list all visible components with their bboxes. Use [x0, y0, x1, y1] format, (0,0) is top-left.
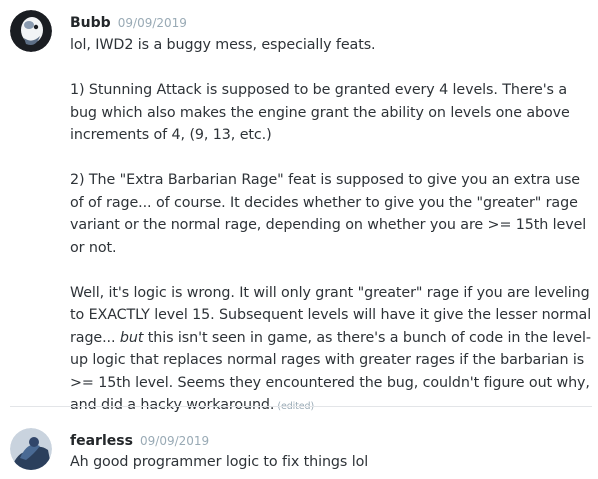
author-name[interactable]: fearless [70, 433, 133, 449]
message-timestamp: 09/09/2019 [140, 434, 210, 448]
emphasis-text: but [119, 329, 144, 346]
message-content: Ah good programmer logic to fix things l… [70, 451, 592, 474]
bubb-avatar-icon[interactable] [10, 10, 52, 52]
message-divider [10, 406, 592, 407]
author-name[interactable]: Bubb [70, 15, 111, 31]
message-paragraph: 2) The "Extra Barbarian Rage" feat is su… [70, 172, 587, 256]
message-content: lol, IWD2 is a buggy mess, especially fe… [70, 34, 592, 419]
message-paragraph: lol, IWD2 is a buggy mess, especially fe… [70, 37, 376, 53]
fearless-avatar-icon[interactable] [10, 428, 52, 470]
message-paragraph-text: this isn't seen in game, as there's a bu… [70, 329, 591, 414]
message-timestamp: 09/09/2019 [117, 16, 187, 30]
message-paragraph: Ah good programmer logic to fix things l… [70, 454, 369, 470]
message-paragraph: Well, it's logic is wrong. It will only … [70, 282, 592, 419]
message-paragraph: 1) Stunning Attack is supposed to be gra… [70, 82, 570, 143]
